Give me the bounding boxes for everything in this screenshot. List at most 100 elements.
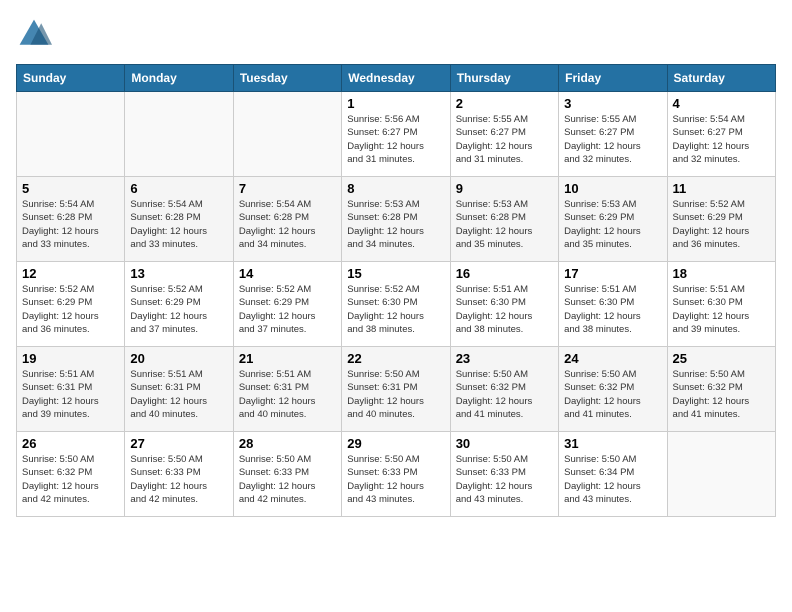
day-number: 20 <box>130 351 227 366</box>
day-number: 8 <box>347 181 444 196</box>
day-info: Sunrise: 5:51 AM Sunset: 6:30 PM Dayligh… <box>564 283 661 336</box>
calendar-cell: 18 Sunrise: 5:51 AM Sunset: 6:30 PM Dayli… <box>667 262 775 347</box>
calendar-cell: 14 Sunrise: 5:52 AM Sunset: 6:29 PM Dayli… <box>233 262 341 347</box>
day-info: Sunrise: 5:55 AM Sunset: 6:27 PM Dayligh… <box>456 113 553 166</box>
day-info: Sunrise: 5:51 AM Sunset: 6:31 PM Dayligh… <box>22 368 119 421</box>
weekday-header-saturday: Saturday <box>667 65 775 92</box>
day-number: 2 <box>456 96 553 111</box>
day-number: 27 <box>130 436 227 451</box>
day-number: 15 <box>347 266 444 281</box>
day-info: Sunrise: 5:50 AM Sunset: 6:32 PM Dayligh… <box>673 368 770 421</box>
day-info: Sunrise: 5:51 AM Sunset: 6:31 PM Dayligh… <box>239 368 336 421</box>
day-info: Sunrise: 5:54 AM Sunset: 6:28 PM Dayligh… <box>239 198 336 251</box>
calendar-cell <box>233 92 341 177</box>
day-info: Sunrise: 5:53 AM Sunset: 6:29 PM Dayligh… <box>564 198 661 251</box>
calendar-cell: 1 Sunrise: 5:56 AM Sunset: 6:27 PM Daylig… <box>342 92 450 177</box>
day-number: 25 <box>673 351 770 366</box>
day-info: Sunrise: 5:52 AM Sunset: 6:29 PM Dayligh… <box>673 198 770 251</box>
day-number: 6 <box>130 181 227 196</box>
day-number: 22 <box>347 351 444 366</box>
day-number: 5 <box>22 181 119 196</box>
calendar-cell: 30 Sunrise: 5:50 AM Sunset: 6:33 PM Dayli… <box>450 432 558 517</box>
weekday-header-monday: Monday <box>125 65 233 92</box>
calendar-cell: 6 Sunrise: 5:54 AM Sunset: 6:28 PM Daylig… <box>125 177 233 262</box>
calendar-week-row: 12 Sunrise: 5:52 AM Sunset: 6:29 PM Dayli… <box>17 262 776 347</box>
day-number: 13 <box>130 266 227 281</box>
day-info: Sunrise: 5:52 AM Sunset: 6:30 PM Dayligh… <box>347 283 444 336</box>
day-info: Sunrise: 5:51 AM Sunset: 6:31 PM Dayligh… <box>130 368 227 421</box>
calendar-week-row: 5 Sunrise: 5:54 AM Sunset: 6:28 PM Daylig… <box>17 177 776 262</box>
calendar-cell <box>17 92 125 177</box>
calendar-week-row: 19 Sunrise: 5:51 AM Sunset: 6:31 PM Dayli… <box>17 347 776 432</box>
calendar-header-row: SundayMondayTuesdayWednesdayThursdayFrid… <box>17 65 776 92</box>
weekday-header-thursday: Thursday <box>450 65 558 92</box>
day-info: Sunrise: 5:53 AM Sunset: 6:28 PM Dayligh… <box>456 198 553 251</box>
calendar-cell: 3Sunrise: 5:55 AM Sunset: 6:27 PM Daylig… <box>559 92 667 177</box>
day-info: Sunrise: 5:52 AM Sunset: 6:29 PM Dayligh… <box>239 283 336 336</box>
day-number: 12 <box>22 266 119 281</box>
day-number: 16 <box>456 266 553 281</box>
calendar-cell: 22 Sunrise: 5:50 AM Sunset: 6:31 PM Dayli… <box>342 347 450 432</box>
day-info: Sunrise: 5:50 AM Sunset: 6:31 PM Dayligh… <box>347 368 444 421</box>
day-number: 17 <box>564 266 661 281</box>
calendar-cell: 27 Sunrise: 5:50 AM Sunset: 6:33 PM Dayli… <box>125 432 233 517</box>
day-number: 28 <box>239 436 336 451</box>
calendar-cell: 21 Sunrise: 5:51 AM Sunset: 6:31 PM Dayli… <box>233 347 341 432</box>
day-number: 9 <box>456 181 553 196</box>
day-info: Sunrise: 5:50 AM Sunset: 6:32 PM Dayligh… <box>22 453 119 506</box>
calendar-cell: 28Sunrise: 5:50 AM Sunset: 6:33 PM Dayli… <box>233 432 341 517</box>
weekday-header-friday: Friday <box>559 65 667 92</box>
day-info: Sunrise: 5:50 AM Sunset: 6:32 PM Dayligh… <box>564 368 661 421</box>
day-info: Sunrise: 5:53 AM Sunset: 6:28 PM Dayligh… <box>347 198 444 251</box>
day-info: Sunrise: 5:50 AM Sunset: 6:34 PM Dayligh… <box>564 453 661 506</box>
calendar-cell: 25 Sunrise: 5:50 AM Sunset: 6:32 PM Dayli… <box>667 347 775 432</box>
calendar-cell: 9 Sunrise: 5:53 AM Sunset: 6:28 PM Daylig… <box>450 177 558 262</box>
day-info: Sunrise: 5:51 AM Sunset: 6:30 PM Dayligh… <box>456 283 553 336</box>
day-number: 21 <box>239 351 336 366</box>
calendar-cell: 26 Sunrise: 5:50 AM Sunset: 6:32 PM Dayli… <box>17 432 125 517</box>
calendar-cell: 20 Sunrise: 5:51 AM Sunset: 6:31 PM Dayli… <box>125 347 233 432</box>
day-number: 18 <box>673 266 770 281</box>
day-number: 1 <box>347 96 444 111</box>
calendar-cell: 11 Sunrise: 5:52 AM Sunset: 6:29 PM Dayli… <box>667 177 775 262</box>
calendar-cell: 5Sunrise: 5:54 AM Sunset: 6:28 PM Daylig… <box>17 177 125 262</box>
calendar-cell: 24 Sunrise: 5:50 AM Sunset: 6:32 PM Dayli… <box>559 347 667 432</box>
calendar-body: 1 Sunrise: 5:56 AM Sunset: 6:27 PM Daylig… <box>17 92 776 517</box>
day-number: 19 <box>22 351 119 366</box>
day-number: 7 <box>239 181 336 196</box>
day-info: Sunrise: 5:56 AM Sunset: 6:27 PM Dayligh… <box>347 113 444 166</box>
day-info: Sunrise: 5:50 AM Sunset: 6:33 PM Dayligh… <box>456 453 553 506</box>
day-number: 23 <box>456 351 553 366</box>
day-number: 14 <box>239 266 336 281</box>
day-number: 30 <box>456 436 553 451</box>
day-number: 10 <box>564 181 661 196</box>
day-number: 24 <box>564 351 661 366</box>
calendar-cell: 19 Sunrise: 5:51 AM Sunset: 6:31 PM Dayli… <box>17 347 125 432</box>
day-info: Sunrise: 5:51 AM Sunset: 6:30 PM Dayligh… <box>673 283 770 336</box>
calendar-week-row: 1 Sunrise: 5:56 AM Sunset: 6:27 PM Daylig… <box>17 92 776 177</box>
logo <box>16 16 56 52</box>
weekday-header-tuesday: Tuesday <box>233 65 341 92</box>
calendar-cell: 2 Sunrise: 5:55 AM Sunset: 6:27 PM Daylig… <box>450 92 558 177</box>
weekday-header-wednesday: Wednesday <box>342 65 450 92</box>
day-number: 26 <box>22 436 119 451</box>
day-info: Sunrise: 5:50 AM Sunset: 6:33 PM Dayligh… <box>347 453 444 506</box>
calendar-cell: 8 Sunrise: 5:53 AM Sunset: 6:28 PM Daylig… <box>342 177 450 262</box>
calendar-cell: 7 Sunrise: 5:54 AM Sunset: 6:28 PM Daylig… <box>233 177 341 262</box>
calendar-cell: 15 Sunrise: 5:52 AM Sunset: 6:30 PM Dayli… <box>342 262 450 347</box>
day-number: 3 <box>564 96 661 111</box>
day-info: Sunrise: 5:54 AM Sunset: 6:27 PM Dayligh… <box>673 113 770 166</box>
calendar-cell: 23Sunrise: 5:50 AM Sunset: 6:32 PM Dayli… <box>450 347 558 432</box>
calendar-cell: 4Sunrise: 5:54 AM Sunset: 6:27 PM Daylig… <box>667 92 775 177</box>
day-info: Sunrise: 5:52 AM Sunset: 6:29 PM Dayligh… <box>130 283 227 336</box>
day-info: Sunrise: 5:54 AM Sunset: 6:28 PM Dayligh… <box>130 198 227 251</box>
calendar-cell: 17 Sunrise: 5:51 AM Sunset: 6:30 PM Dayli… <box>559 262 667 347</box>
weekday-header-sunday: Sunday <box>17 65 125 92</box>
calendar-cell: 13 Sunrise: 5:52 AM Sunset: 6:29 PM Dayli… <box>125 262 233 347</box>
calendar-cell: 12Sunrise: 5:52 AM Sunset: 6:29 PM Dayli… <box>17 262 125 347</box>
day-number: 31 <box>564 436 661 451</box>
day-number: 11 <box>673 181 770 196</box>
day-number: 29 <box>347 436 444 451</box>
calendar-table: SundayMondayTuesdayWednesdayThursdayFrid… <box>16 64 776 517</box>
day-info: Sunrise: 5:50 AM Sunset: 6:33 PM Dayligh… <box>130 453 227 506</box>
